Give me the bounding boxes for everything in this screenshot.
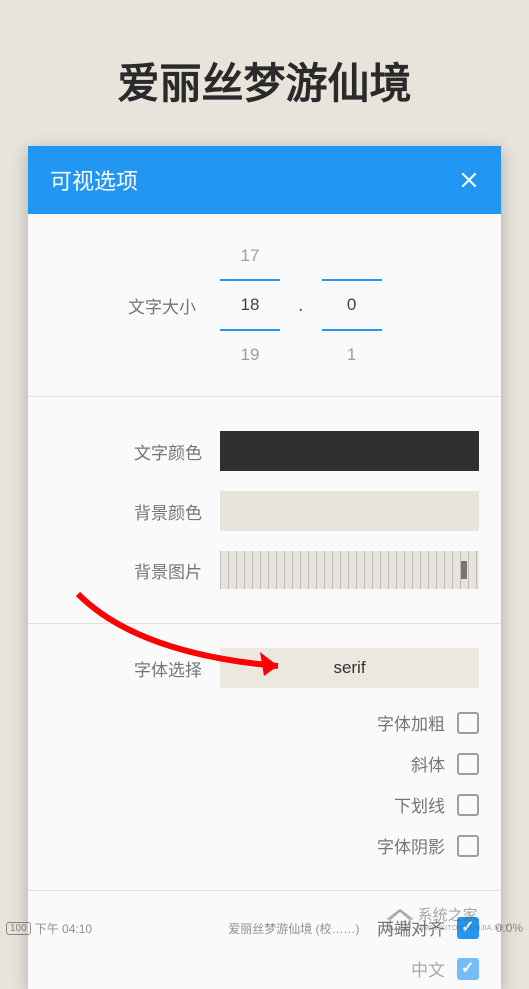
- italic-label: 斜体: [411, 751, 445, 776]
- size-minor[interactable]: 0: [322, 279, 382, 331]
- size-separator: .: [298, 294, 304, 317]
- underline-label: 下划线: [394, 792, 445, 817]
- chinese-checkbox[interactable]: [457, 958, 479, 980]
- font-section: 字体选择 serif 字体加粗 斜体 下划线 字体阴影: [28, 624, 501, 891]
- font-select-value[interactable]: serif: [220, 648, 479, 688]
- status-time: 下午 04:10: [35, 920, 92, 937]
- bold-label: 字体加粗: [377, 710, 445, 735]
- watermark-logo-icon: [386, 904, 414, 932]
- text-color-label: 文字颜色: [50, 439, 220, 464]
- shadow-label: 字体阴影: [377, 833, 445, 858]
- watermark: 系统之家 WWW.XITONGZHIJIA.NET: [386, 904, 509, 932]
- font-size-section: 17 . 0 文字大小 18 . 0 19 . 1: [28, 214, 501, 397]
- chinese-label: 中文: [411, 956, 445, 981]
- status-book: 爱丽丝梦游仙境 (校……): [228, 920, 359, 937]
- size-next-major[interactable]: 19: [220, 345, 280, 365]
- text-color-swatch[interactable]: [220, 431, 479, 471]
- size-next-minor[interactable]: 1: [322, 345, 382, 365]
- watermark-text: 系统之家: [418, 904, 509, 925]
- battery-icon: 100: [6, 922, 31, 935]
- underline-checkbox[interactable]: [457, 794, 479, 816]
- bg-color-label: 背景颜色: [50, 499, 220, 524]
- close-icon[interactable]: [459, 170, 479, 190]
- size-major[interactable]: 18: [220, 279, 280, 331]
- font-select-label: 字体选择: [50, 656, 220, 681]
- dialog-title: 可视选项: [50, 164, 138, 196]
- font-size-label: 文字大小: [50, 293, 220, 318]
- watermark-url: WWW.XITONGZHIJIA.NET: [418, 925, 509, 932]
- italic-checkbox[interactable]: [457, 753, 479, 775]
- bold-checkbox[interactable]: [457, 712, 479, 734]
- bg-image-label: 背景图片: [50, 558, 220, 583]
- bg-image-slider[interactable]: [220, 551, 479, 589]
- shadow-checkbox[interactable]: [457, 835, 479, 857]
- bg-color-swatch[interactable]: [220, 491, 479, 531]
- options-dialog: 可视选项 17 . 0 文字大小 18 . 0 19: [28, 146, 501, 989]
- dialog-header: 可视选项: [28, 146, 501, 214]
- colors-section: 文字颜色 背景颜色 背景图片: [28, 397, 501, 624]
- page-title: 爱丽丝梦游仙境: [0, 0, 529, 146]
- size-prev-major[interactable]: 17: [220, 246, 280, 266]
